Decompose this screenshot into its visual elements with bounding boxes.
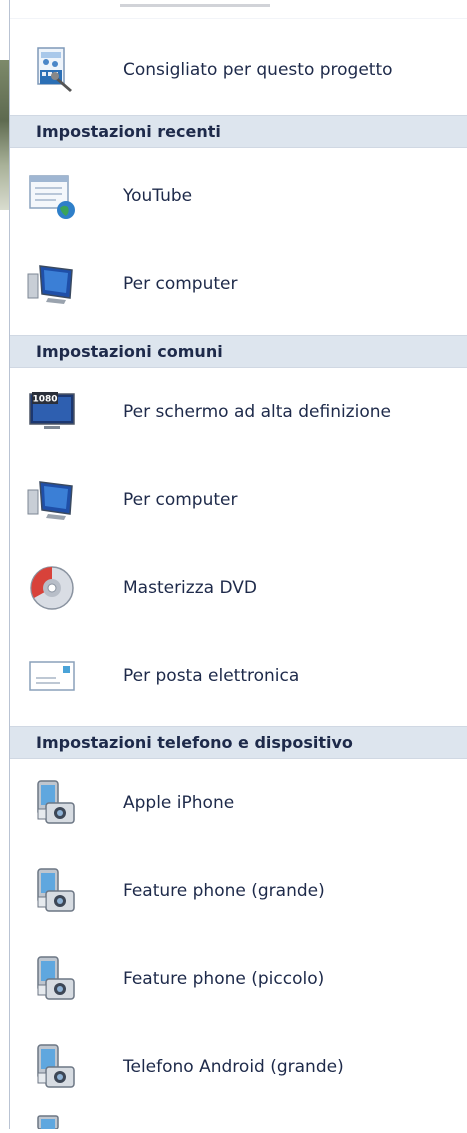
menu-item-label: Per computer xyxy=(123,490,238,510)
truncated-phone-icon xyxy=(36,1114,66,1130)
truncated-header xyxy=(10,0,467,19)
menu-item-iphone[interactable]: Apple iPhone xyxy=(10,773,467,833)
menu-item-dvd[interactable]: Masterizza DVD xyxy=(10,558,467,618)
phone-device-icon xyxy=(26,779,78,827)
menu-item-label: Feature phone (piccolo) xyxy=(123,969,325,989)
menu-item-feature-piccolo[interactable]: Feature phone (piccolo) xyxy=(10,949,467,1009)
menu-item-label: Masterizza DVD xyxy=(123,578,257,598)
phone-device-icon xyxy=(26,867,78,915)
menu-item-hd[interactable]: 1080 Per schermo ad alta definizione xyxy=(10,382,467,442)
phone-device-icon xyxy=(26,955,78,1003)
menu-item-youtube[interactable]: YouTube xyxy=(10,166,467,226)
menu-item-label: Telefono Android (grande) xyxy=(123,1057,344,1077)
menu-item-label: Consigliato per questo progetto xyxy=(123,60,393,80)
menu-item-per-computer-recent[interactable]: Per computer xyxy=(10,254,467,314)
computer-monitor-icon xyxy=(26,476,78,524)
menu-item-email[interactable]: Per posta elettronica xyxy=(10,646,467,706)
section-header-telefono: Impostazioni telefono e dispositivo xyxy=(10,726,467,759)
menu-item-label: Feature phone (grande) xyxy=(123,881,325,901)
menu-item-label: Per posta elettronica xyxy=(123,666,300,686)
computer-monitor-icon xyxy=(26,260,78,308)
menu-item-consigliato[interactable]: Consigliato per questo progetto xyxy=(10,40,467,100)
dvd-disc-icon xyxy=(26,564,78,612)
section-header-comuni: Impostazioni comuni xyxy=(10,335,467,368)
svg-text:1080: 1080 xyxy=(32,395,57,405)
save-movie-menu: Consigliato per questo progetto Impostaz… xyxy=(10,0,467,1130)
section-header-recenti: Impostazioni recenti xyxy=(10,115,467,148)
phone-device-icon xyxy=(26,1043,78,1091)
menu-item-android-grande[interactable]: Telefono Android (grande) xyxy=(10,1037,467,1097)
menu-item-feature-grande[interactable]: Feature phone (grande) xyxy=(10,861,467,921)
youtube-web-icon xyxy=(26,172,78,220)
project-recommended-icon xyxy=(26,46,78,94)
menu-item-label: YouTube xyxy=(123,186,193,206)
hd-1080-monitor-icon: 1080 xyxy=(26,388,78,436)
menu-item-label: Per computer xyxy=(123,274,238,294)
menu-item-per-computer[interactable]: Per computer xyxy=(10,470,467,530)
background-window-edge xyxy=(0,0,10,1129)
email-envelope-icon xyxy=(26,652,78,700)
menu-item-label: Apple iPhone xyxy=(123,793,235,813)
menu-item-label: Per schermo ad alta definizione xyxy=(123,402,391,422)
background-thumbnail xyxy=(0,60,9,210)
